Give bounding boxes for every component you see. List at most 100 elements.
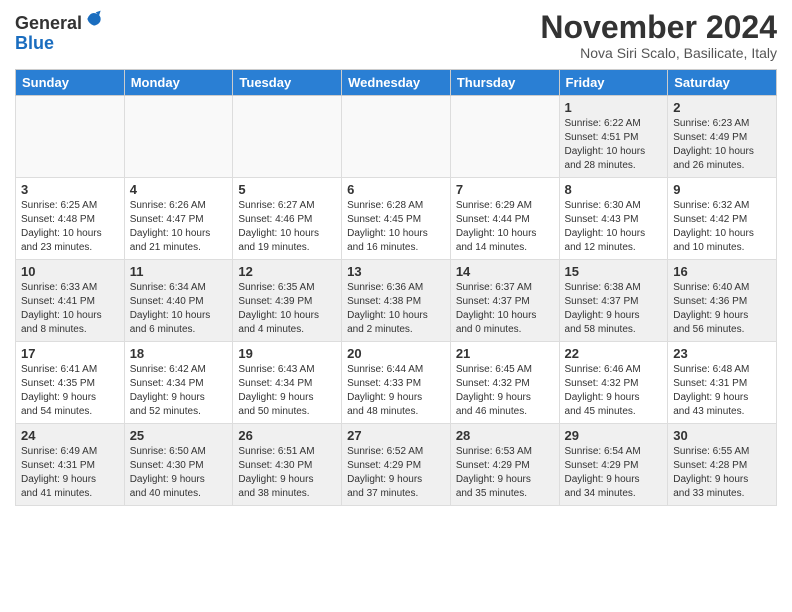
calendar-cell: 4 Sunrise: 6:26 AM Sunset: 4:47 PM Daylig…	[124, 178, 233, 260]
calendar-cell: 25 Sunrise: 6:50 AM Sunset: 4:30 PM Dayli…	[124, 424, 233, 506]
day-number: 26	[238, 428, 336, 443]
calendar-cell	[16, 96, 125, 178]
logo: General Blue	[15, 14, 104, 54]
calendar-cell: 11Sunrise: 6:34 AM Sunset: 4:40 PM Dayli…	[124, 260, 233, 342]
calendar-week-row: 17 Sunrise: 6:41 AM Sunset: 4:35 PM Dayli…	[16, 342, 777, 424]
day-info: Sunrise: 6:54 AM Sunset: 4:29 PM Dayligh…	[565, 445, 663, 501]
day-info: Sunrise: 6:36 AM Sunset: 4:38 PM Dayligh…	[347, 281, 445, 337]
day-number: 8	[565, 182, 663, 197]
day-info: Sunrise: 6:42 AM Sunset: 4:34 PM Dayligh…	[130, 363, 228, 419]
weekday-header: Friday	[559, 70, 668, 96]
weekday-header: Thursday	[450, 70, 559, 96]
calendar-week-row: 24 Sunrise: 6:49 AM Sunset: 4:31 PM Dayli…	[16, 424, 777, 506]
day-info: Sunrise: 6:49 AM Sunset: 4:31 PM Dayligh…	[21, 445, 119, 501]
day-number: 25	[130, 428, 228, 443]
calendar-week-row: 10 Sunrise: 6:33 AM Sunset: 4:41 PM Dayli…	[16, 260, 777, 342]
calendar-cell: 14 Sunrise: 6:37 AM Sunset: 4:37 PM Dayli…	[450, 260, 559, 342]
calendar-cell: 3 Sunrise: 6:25 AM Sunset: 4:48 PM Daylig…	[16, 178, 125, 260]
calendar-cell: 13 Sunrise: 6:36 AM Sunset: 4:38 PM Dayli…	[342, 260, 451, 342]
day-info: Sunrise: 6:35 AM Sunset: 4:39 PM Dayligh…	[238, 281, 336, 337]
day-number: 14	[456, 264, 554, 279]
calendar-cell: 20 Sunrise: 6:44 AM Sunset: 4:33 PM Dayli…	[342, 342, 451, 424]
calendar-week-row: 1 Sunrise: 6:22 AM Sunset: 4:51 PM Daylig…	[16, 96, 777, 178]
weekday-header: Monday	[124, 70, 233, 96]
day-info: Sunrise: 6:34 AM Sunset: 4:40 PM Dayligh…	[130, 281, 228, 337]
day-number: 24	[21, 428, 119, 443]
calendar-cell: 12 Sunrise: 6:35 AM Sunset: 4:39 PM Dayli…	[233, 260, 342, 342]
calendar-cell: 22 Sunrise: 6:46 AM Sunset: 4:32 PM Dayli…	[559, 342, 668, 424]
calendar-cell: 23Sunrise: 6:48 AM Sunset: 4:31 PM Dayli…	[668, 342, 777, 424]
day-number: 10	[21, 264, 119, 279]
day-info: Sunrise: 6:43 AM Sunset: 4:34 PM Dayligh…	[238, 363, 336, 419]
calendar-cell: 19 Sunrise: 6:43 AM Sunset: 4:34 PM Dayli…	[233, 342, 342, 424]
page-container: General Blue November 2024 Nova Siri Sca…	[0, 0, 792, 516]
day-info: Sunrise: 6:44 AM Sunset: 4:33 PM Dayligh…	[347, 363, 445, 419]
weekday-header: Saturday	[668, 70, 777, 96]
day-info: Sunrise: 6:37 AM Sunset: 4:37 PM Dayligh…	[456, 281, 554, 337]
calendar-header-row: SundayMondayTuesdayWednesdayThursdayFrid…	[16, 70, 777, 96]
day-number: 3	[21, 182, 119, 197]
month-title: November 2024	[540, 10, 777, 45]
day-info: Sunrise: 6:45 AM Sunset: 4:32 PM Dayligh…	[456, 363, 554, 419]
logo-blue: Blue	[15, 33, 54, 53]
day-info: Sunrise: 6:32 AM Sunset: 4:42 PM Dayligh…	[673, 199, 771, 255]
calendar-cell: 5 Sunrise: 6:27 AM Sunset: 4:46 PM Daylig…	[233, 178, 342, 260]
day-number: 22	[565, 346, 663, 361]
calendar-cell: 30 Sunrise: 6:55 AM Sunset: 4:28 PM Dayli…	[668, 424, 777, 506]
calendar-week-row: 3 Sunrise: 6:25 AM Sunset: 4:48 PM Daylig…	[16, 178, 777, 260]
day-number: 20	[347, 346, 445, 361]
calendar-cell	[450, 96, 559, 178]
day-info: Sunrise: 6:55 AM Sunset: 4:28 PM Dayligh…	[673, 445, 771, 501]
day-number: 2	[673, 100, 771, 115]
day-info: Sunrise: 6:53 AM Sunset: 4:29 PM Dayligh…	[456, 445, 554, 501]
day-info: Sunrise: 6:25 AM Sunset: 4:48 PM Dayligh…	[21, 199, 119, 255]
calendar-cell: 9 Sunrise: 6:32 AM Sunset: 4:42 PM Daylig…	[668, 178, 777, 260]
day-info: Sunrise: 6:22 AM Sunset: 4:51 PM Dayligh…	[565, 117, 663, 173]
weekday-header: Sunday	[16, 70, 125, 96]
day-number: 1	[565, 100, 663, 115]
day-info: Sunrise: 6:41 AM Sunset: 4:35 PM Dayligh…	[21, 363, 119, 419]
logo-general: General	[15, 13, 82, 33]
calendar-cell: 2Sunrise: 6:23 AM Sunset: 4:49 PM Daylig…	[668, 96, 777, 178]
calendar-table: SundayMondayTuesdayWednesdayThursdayFrid…	[15, 69, 777, 506]
day-info: Sunrise: 6:40 AM Sunset: 4:36 PM Dayligh…	[673, 281, 771, 337]
calendar-cell: 6 Sunrise: 6:28 AM Sunset: 4:45 PM Daylig…	[342, 178, 451, 260]
day-info: Sunrise: 6:27 AM Sunset: 4:46 PM Dayligh…	[238, 199, 336, 255]
day-info: Sunrise: 6:48 AM Sunset: 4:31 PM Dayligh…	[673, 363, 771, 419]
day-number: 9	[673, 182, 771, 197]
calendar-cell: 18Sunrise: 6:42 AM Sunset: 4:34 PM Dayli…	[124, 342, 233, 424]
calendar-cell: 7Sunrise: 6:29 AM Sunset: 4:44 PM Daylig…	[450, 178, 559, 260]
day-number: 13	[347, 264, 445, 279]
day-info: Sunrise: 6:26 AM Sunset: 4:47 PM Dayligh…	[130, 199, 228, 255]
day-number: 12	[238, 264, 336, 279]
day-info: Sunrise: 6:29 AM Sunset: 4:44 PM Dayligh…	[456, 199, 554, 255]
day-info: Sunrise: 6:51 AM Sunset: 4:30 PM Dayligh…	[238, 445, 336, 501]
day-number: 17	[21, 346, 119, 361]
day-number: 4	[130, 182, 228, 197]
day-info: Sunrise: 6:38 AM Sunset: 4:37 PM Dayligh…	[565, 281, 663, 337]
day-number: 21	[456, 346, 554, 361]
calendar-cell: 29 Sunrise: 6:54 AM Sunset: 4:29 PM Dayli…	[559, 424, 668, 506]
location: Nova Siri Scalo, Basilicate, Italy	[540, 45, 777, 61]
day-number: 5	[238, 182, 336, 197]
logo-icon	[84, 9, 104, 29]
day-info: Sunrise: 6:46 AM Sunset: 4:32 PM Dayligh…	[565, 363, 663, 419]
calendar-cell: 10 Sunrise: 6:33 AM Sunset: 4:41 PM Dayli…	[16, 260, 125, 342]
weekday-header: Tuesday	[233, 70, 342, 96]
calendar-cell	[342, 96, 451, 178]
day-number: 15	[565, 264, 663, 279]
header: General Blue November 2024 Nova Siri Sca…	[15, 10, 777, 61]
calendar-cell: 27Sunrise: 6:52 AM Sunset: 4:29 PM Dayli…	[342, 424, 451, 506]
day-info: Sunrise: 6:33 AM Sunset: 4:41 PM Dayligh…	[21, 281, 119, 337]
day-number: 16	[673, 264, 771, 279]
day-number: 19	[238, 346, 336, 361]
day-number: 29	[565, 428, 663, 443]
day-info: Sunrise: 6:50 AM Sunset: 4:30 PM Dayligh…	[130, 445, 228, 501]
calendar-cell: 26 Sunrise: 6:51 AM Sunset: 4:30 PM Dayli…	[233, 424, 342, 506]
day-number: 28	[456, 428, 554, 443]
day-number: 6	[347, 182, 445, 197]
calendar-cell: 28 Sunrise: 6:53 AM Sunset: 4:29 PM Dayli…	[450, 424, 559, 506]
weekday-header: Wednesday	[342, 70, 451, 96]
day-number: 30	[673, 428, 771, 443]
day-info: Sunrise: 6:28 AM Sunset: 4:45 PM Dayligh…	[347, 199, 445, 255]
